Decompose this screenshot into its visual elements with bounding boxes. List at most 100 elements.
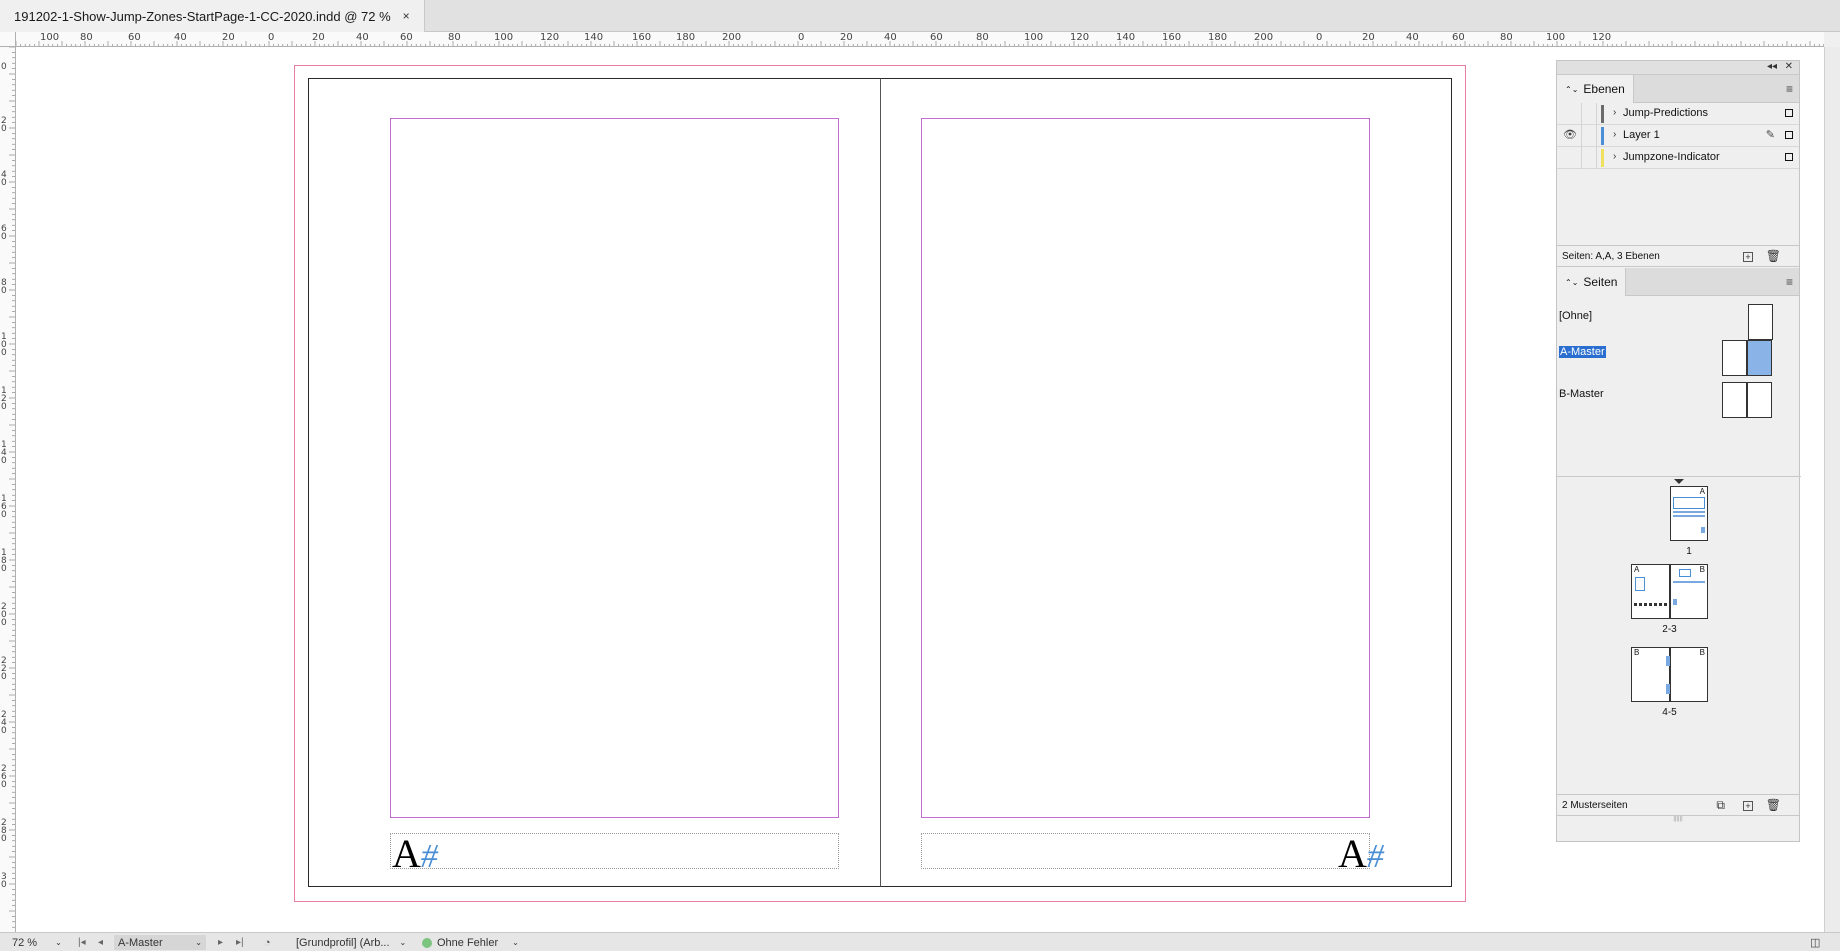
vertical-scrollbar[interactable] (1824, 47, 1840, 932)
master-b[interactable]: B-Master (1559, 388, 1604, 400)
master-b-right-thumb[interactable] (1747, 382, 1772, 418)
layers-tab-row: ⌃⌄ Ebenen ≡ (1557, 75, 1799, 103)
ruler-label: 100 (40, 32, 60, 43)
lock-toggle[interactable] (1581, 147, 1597, 169)
ruler-label: 100 (1546, 32, 1566, 43)
ruler-label: 200 (722, 32, 742, 43)
ruler-label: 120 (1592, 32, 1612, 43)
layer-row[interactable]: › Jumpzone-Indicator (1557, 147, 1799, 169)
layer-color-swatch (1601, 105, 1604, 123)
ruler-label: 40 (1406, 32, 1419, 43)
ruler-label: 160 (632, 32, 652, 43)
preflight-status[interactable]: Ohne Fehler ⌄ (422, 935, 519, 950)
ruler-label: 0 (798, 32, 805, 43)
expand-chevron-icon[interactable]: › (1613, 129, 1616, 140)
document-tab-bar: 191202-1-Show-Jump-Zones-StartPage-1-CC-… (0, 0, 1840, 32)
ruler-label: 1 8 0 (1, 548, 7, 574)
lock-toggle[interactable] (1581, 125, 1597, 147)
ruler-label: 100 (1024, 32, 1044, 43)
first-page-icon[interactable]: |◂ (78, 935, 86, 950)
split-window-icon[interactable]: ◫ (1810, 935, 1820, 950)
page-select-value: A-Master (118, 936, 163, 949)
page-5-thumb[interactable]: B (1670, 647, 1708, 702)
delete-layer-icon[interactable]: 🗑 (1766, 249, 1781, 263)
page-1-rule (1673, 515, 1705, 517)
previous-page-icon[interactable]: ◂ (98, 935, 103, 950)
close-tab-icon[interactable]: × (403, 9, 410, 23)
layer-select-square[interactable] (1785, 109, 1793, 117)
document-tab[interactable]: 191202-1-Show-Jump-Zones-StartPage-1-CC-… (0, 0, 425, 32)
expand-chevron-icon[interactable]: › (1613, 151, 1616, 162)
indesign-window: 191202-1-Show-Jump-Zones-StartPage-1-CC-… (0, 0, 1840, 951)
ruler-label: 1 0 0 (1, 332, 7, 358)
page-2-master-letter: A (1634, 565, 1640, 574)
ruler-label: 20 (1362, 32, 1375, 43)
next-page-icon[interactable]: ▸ (218, 935, 223, 950)
new-layer-icon[interactable]: + (1743, 252, 1753, 262)
eye-icon[interactable]: 👁 (1563, 128, 1577, 141)
layer-select-square[interactable] (1785, 153, 1793, 161)
open-page-icon[interactable]: ◔ (264, 935, 271, 950)
master-a-left-thumb[interactable] (1722, 340, 1747, 376)
tab-ebenen[interactable]: ⌃⌄ Ebenen (1557, 75, 1634, 103)
left-footer-text-frame[interactable] (390, 833, 839, 869)
master-b-left-thumb[interactable] (1722, 382, 1747, 418)
pasteboard[interactable]: A# A# (16, 47, 1824, 932)
right-page-margin-guide (921, 118, 1370, 818)
page-4-master-letter: B (1634, 648, 1640, 657)
master-a-right-thumb[interactable] (1747, 340, 1772, 376)
new-page-icon[interactable]: + (1743, 801, 1753, 811)
horizontal-ruler[interactable]: 100 80 60 40 20 0 20 40 60 80 100 120 140 160 180 200 0 2… (16, 32, 1824, 47)
master-a[interactable]: A-Master (1559, 346, 1606, 358)
chevron-down-icon: ⌄ (399, 938, 407, 947)
page-2-thumb[interactable]: A (1631, 564, 1670, 619)
layer-row[interactable]: › Jump-Predictions (1557, 103, 1799, 125)
layer-row[interactable]: 👁 › Layer 1 ✎ (1557, 125, 1799, 147)
page-select[interactable]: A-Master ⌄ (114, 935, 206, 950)
right-footer-text-frame[interactable] (921, 833, 1370, 869)
zoom-field[interactable]: 72 % ⌄ (12, 935, 62, 950)
page-1-master-letter: A (1699, 487, 1705, 496)
left-page-margin-guide (390, 118, 839, 818)
ruler-label: 40 (884, 32, 897, 43)
page-3-thumb[interactable]: B (1670, 564, 1708, 619)
vertical-ruler[interactable]: 0 2 0 4 0 6 0 8 0 1 0 0 1 2 0 1 4 0 1 6 0 1 8 0 2 … (0, 47, 16, 932)
last-page-icon[interactable]: ▸| (236, 935, 244, 950)
preflight-profile[interactable]: [Grundprofil] (Arb... ⌄ (296, 935, 406, 950)
layer-select-square[interactable] (1785, 131, 1793, 139)
master-ohne[interactable]: [Ohne] (1559, 310, 1592, 322)
page-size-icon[interactable]: ⧉ (1716, 798, 1725, 813)
layer-color-swatch (1601, 127, 1604, 145)
tab-seiten[interactable]: ⌃⌄ Seiten (1557, 268, 1627, 296)
master-ohne-thumb[interactable] (1748, 304, 1773, 340)
collapse-panel-icon[interactable]: ◂◂ (1767, 61, 1777, 72)
page-number-letter: A (1338, 831, 1367, 876)
chevron-down-icon[interactable]: ⌄ (55, 938, 62, 947)
ruler-label: 80 (976, 32, 989, 43)
collapse-chevron-icon: ⌃⌄ (1565, 277, 1579, 287)
panel-resize-grip[interactable]: |||||| (1557, 816, 1799, 822)
pages-panel-menu-icon[interactable]: ≡ (1786, 275, 1793, 289)
ruler-label: 1 2 0 (1, 386, 7, 412)
ruler-label: 2 0 0 (1, 602, 7, 628)
layers-panel-menu-icon[interactable]: ≡ (1786, 82, 1793, 96)
layers-footer: Seiten: A,A, 3 Ebenen + 🗑 (1557, 245, 1799, 267)
left-page-number-marker[interactable]: A# (392, 834, 438, 874)
page-2-frame (1635, 577, 1645, 591)
page-1-thumb[interactable]: A (1670, 486, 1708, 541)
right-page-number-marker[interactable]: A# (1338, 834, 1384, 874)
ruler-label: 2 4 0 (1, 710, 7, 736)
delete-page-icon[interactable]: 🗑 (1766, 798, 1781, 812)
ruler-label: 120 (540, 32, 560, 43)
ruler-label: 80 (1500, 32, 1513, 43)
page-3-frame (1679, 569, 1691, 577)
close-panel-icon[interactable]: ✕ (1785, 61, 1793, 72)
page-4-thumb[interactable]: B (1631, 647, 1670, 702)
ruler-label: 60 (930, 32, 943, 43)
page-5-master-letter: B (1699, 648, 1705, 657)
lock-toggle[interactable] (1581, 103, 1597, 125)
tab-seiten-label: Seiten (1583, 275, 1618, 289)
expand-chevron-icon[interactable]: › (1613, 107, 1616, 118)
ruler-origin[interactable] (0, 32, 16, 47)
ruler-label: 200 (1254, 32, 1274, 43)
